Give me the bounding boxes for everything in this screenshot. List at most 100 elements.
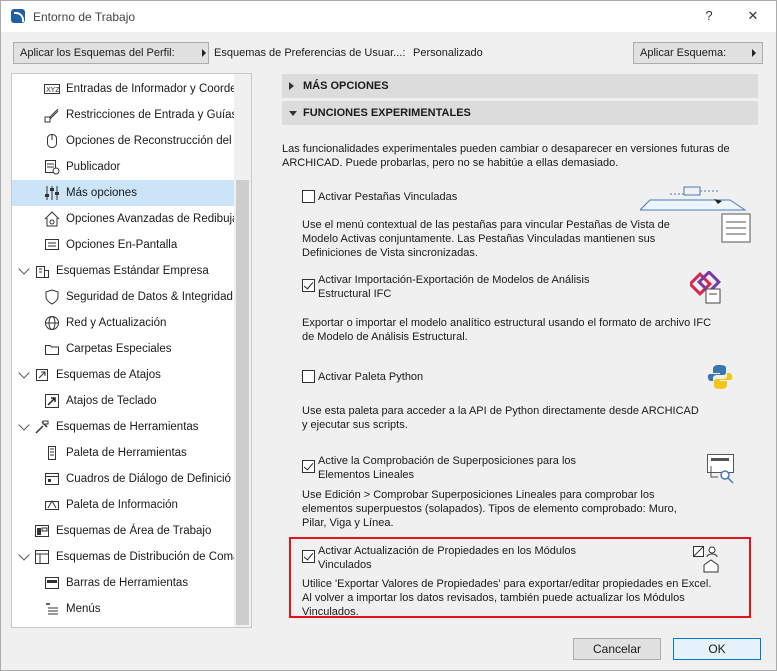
tree-item-mas-opciones[interactable]: Más opciones — [12, 180, 236, 206]
tree-item-atajos[interactable]: Esquemas de Atajos — [12, 362, 236, 388]
expand-right-icon — [289, 82, 294, 90]
tree-label: Opciones de Reconstrucción del — [66, 135, 232, 147]
workspace-icon — [35, 525, 49, 537]
tree-label: Más opciones — [66, 187, 137, 199]
tree-item-reconstruccion[interactable]: Opciones de Reconstrucción del — [12, 128, 236, 154]
publisher-icon — [45, 160, 60, 175]
sliders-icon — [45, 186, 59, 200]
info-palette-icon — [45, 499, 59, 510]
python-palette-label: Activar Paleta Python — [318, 371, 424, 383]
ifc-icon — [690, 271, 722, 304]
svg-text:XYZ: XYZ — [46, 86, 60, 94]
house-gear-icon — [44, 211, 60, 227]
tree-item-redibujado[interactable]: Opciones Avanzadas de Redibuja — [12, 206, 236, 232]
folder-icon — [45, 345, 59, 355]
section-funciones-experimentales[interactable]: FUNCIONES EXPERIMENTALES — [282, 101, 758, 125]
tree-label: Menús — [66, 603, 101, 615]
tree-item-en-pantalla[interactable]: Opciones En-Pantalla — [12, 232, 236, 258]
intro-text: Las funcionalidades experimentales puede… — [282, 143, 730, 169]
apply-scheme-button[interactable]: Aplicar Esquema: — [633, 42, 763, 64]
command-layout-icon — [35, 550, 49, 564]
python-palette-description: Use esta paleta para acceder a la API de… — [302, 405, 699, 431]
shortcut-folder-icon — [36, 369, 48, 381]
tree-item-distribucion-comandos[interactable]: Esquemas de Distribución de Coma — [12, 544, 236, 570]
cancel-button[interactable]: Cancelar — [573, 638, 661, 660]
preferences-tree[interactable]: XYZ Entradas de Informador y Coorde Rest… — [11, 73, 252, 628]
highlight-box — [289, 537, 751, 618]
tree-item-red[interactable]: Red y Actualización — [12, 310, 236, 336]
title-bar: Entorno de Trabajo ? ✕ — [1, 1, 776, 32]
tree-item-paleta-herramientas[interactable]: Paleta de Herramientas — [12, 440, 236, 466]
python-palette-checkbox[interactable] — [302, 370, 315, 383]
screen-list-icon — [45, 239, 59, 250]
collapse-down-icon — [289, 111, 297, 116]
preferences-dialog: Entorno de Trabajo ? ✕ Aplicar los Esque… — [0, 0, 777, 671]
tree-scrollbar-thumb[interactable] — [236, 180, 249, 625]
mouse-icon — [47, 134, 57, 148]
tree-label: Esquemas Estándar Empresa — [56, 265, 209, 277]
apply-scheme-arrow-icon — [752, 49, 756, 57]
toolbar-icon — [45, 577, 59, 589]
ruler-icon — [44, 108, 59, 123]
tree-label: Barras de Herramientas — [66, 577, 189, 589]
tree-label: Esquemas de Distribución de Coma — [56, 551, 236, 563]
python-icon — [707, 365, 733, 389]
tree-item-area-trabajo[interactable]: Esquemas de Área de Trabajo — [12, 518, 236, 544]
help-button[interactable]: ? — [699, 7, 719, 25]
tree-scrollbar[interactable] — [234, 74, 251, 627]
tree-label: Opciones En-Pantalla — [66, 239, 178, 251]
tree-item-herramientas[interactable]: Esquemas de Herramientas — [12, 414, 236, 440]
linked-tabs-description: Use el menú contextual de las pestañas p… — [302, 219, 670, 259]
tree-label: Paleta de Herramientas — [66, 447, 187, 459]
globe-icon — [45, 316, 59, 330]
dialog-icon — [45, 473, 59, 485]
apply-profile-arrow-icon — [202, 49, 206, 57]
tree-label: Opciones Avanzadas de Redibuja — [66, 213, 236, 225]
tree-label: Carpetas Especiales — [66, 343, 172, 355]
section-label: FUNCIONES EXPERIMENTALES — [303, 107, 471, 119]
section-label: MÁS OPCIONES — [303, 80, 389, 92]
tree-label: Atajos de Teclado — [66, 395, 157, 407]
tree-label: Esquemas de Área de Trabajo — [56, 525, 212, 537]
scheme-name-label: Esquemas de Preferencias de Usuar...: — [214, 47, 406, 59]
overlap-check-icon — [707, 454, 734, 484]
linked-tabs-checkbox[interactable] — [302, 190, 315, 203]
shortcut-arrow-icon — [45, 394, 59, 408]
tree-label: Paleta de Información — [66, 499, 178, 511]
tree-label: Restricciones de Entrada y Guías — [66, 109, 236, 121]
tree-item-informador[interactable]: XYZ Entradas de Informador y Coorde — [12, 76, 236, 102]
tree-label: Cuadros de Diálogo de Definició — [66, 473, 231, 485]
chevron-down-icon[interactable] — [18, 367, 30, 379]
ok-button[interactable]: OK — [673, 638, 761, 660]
tree-label: Red y Actualización — [66, 317, 167, 329]
tree-label: Esquemas de Atajos — [56, 369, 161, 381]
menu-icon — [46, 603, 58, 615]
section-mas-opciones[interactable]: MÁS OPCIONES — [282, 74, 758, 98]
tree-item-paleta-informacion[interactable]: Paleta de Información — [12, 492, 236, 518]
apply-profile-button[interactable]: Aplicar los Esquemas del Perfil: — [13, 42, 209, 64]
tree-item-publicador[interactable]: Publicador — [12, 154, 236, 180]
tree-item-seguridad[interactable]: Seguridad de Datos & Integridad — [12, 284, 236, 310]
chevron-down-icon[interactable] — [18, 263, 30, 275]
tree-item-carpetas[interactable]: Carpetas Especiales — [12, 336, 236, 362]
tools-folder-icon — [35, 420, 49, 434]
ifc-analysis-checkbox[interactable] — [302, 279, 315, 292]
archicad-logo-icon — [11, 9, 25, 23]
overlap-check-checkbox[interactable] — [302, 460, 315, 473]
tree-item-menus[interactable]: Menús — [12, 596, 236, 622]
tree-item-atajos-teclado[interactable]: Atajos de Teclado — [12, 388, 236, 414]
chevron-down-icon[interactable] — [18, 419, 30, 431]
tree-label: Entradas de Informador y Coorde — [66, 83, 236, 95]
tree-label: Seguridad de Datos & Integridad — [66, 291, 233, 303]
chevron-down-icon[interactable] — [18, 549, 30, 561]
linked-tabs-label: Activar Pestañas Vinculadas — [318, 191, 458, 203]
close-button[interactable]: ✕ — [743, 7, 763, 25]
shield-icon — [45, 289, 59, 305]
tree-item-barras-herramientas[interactable]: Barras de Herramientas — [12, 570, 236, 596]
tree-item-cuadros-dialogo[interactable]: Cuadros de Diálogo de Definició — [12, 466, 236, 492]
apply-profile-label: Aplicar los Esquemas del Perfil: — [20, 47, 175, 59]
tree-label: Esquemas de Herramientas — [56, 421, 199, 433]
scheme-value-label: Personalizado — [413, 47, 483, 59]
tree-item-estandar-empresa[interactable]: Esquemas Estándar Empresa — [12, 258, 236, 284]
tree-item-restricciones[interactable]: Restricciones de Entrada y Guías — [12, 102, 236, 128]
